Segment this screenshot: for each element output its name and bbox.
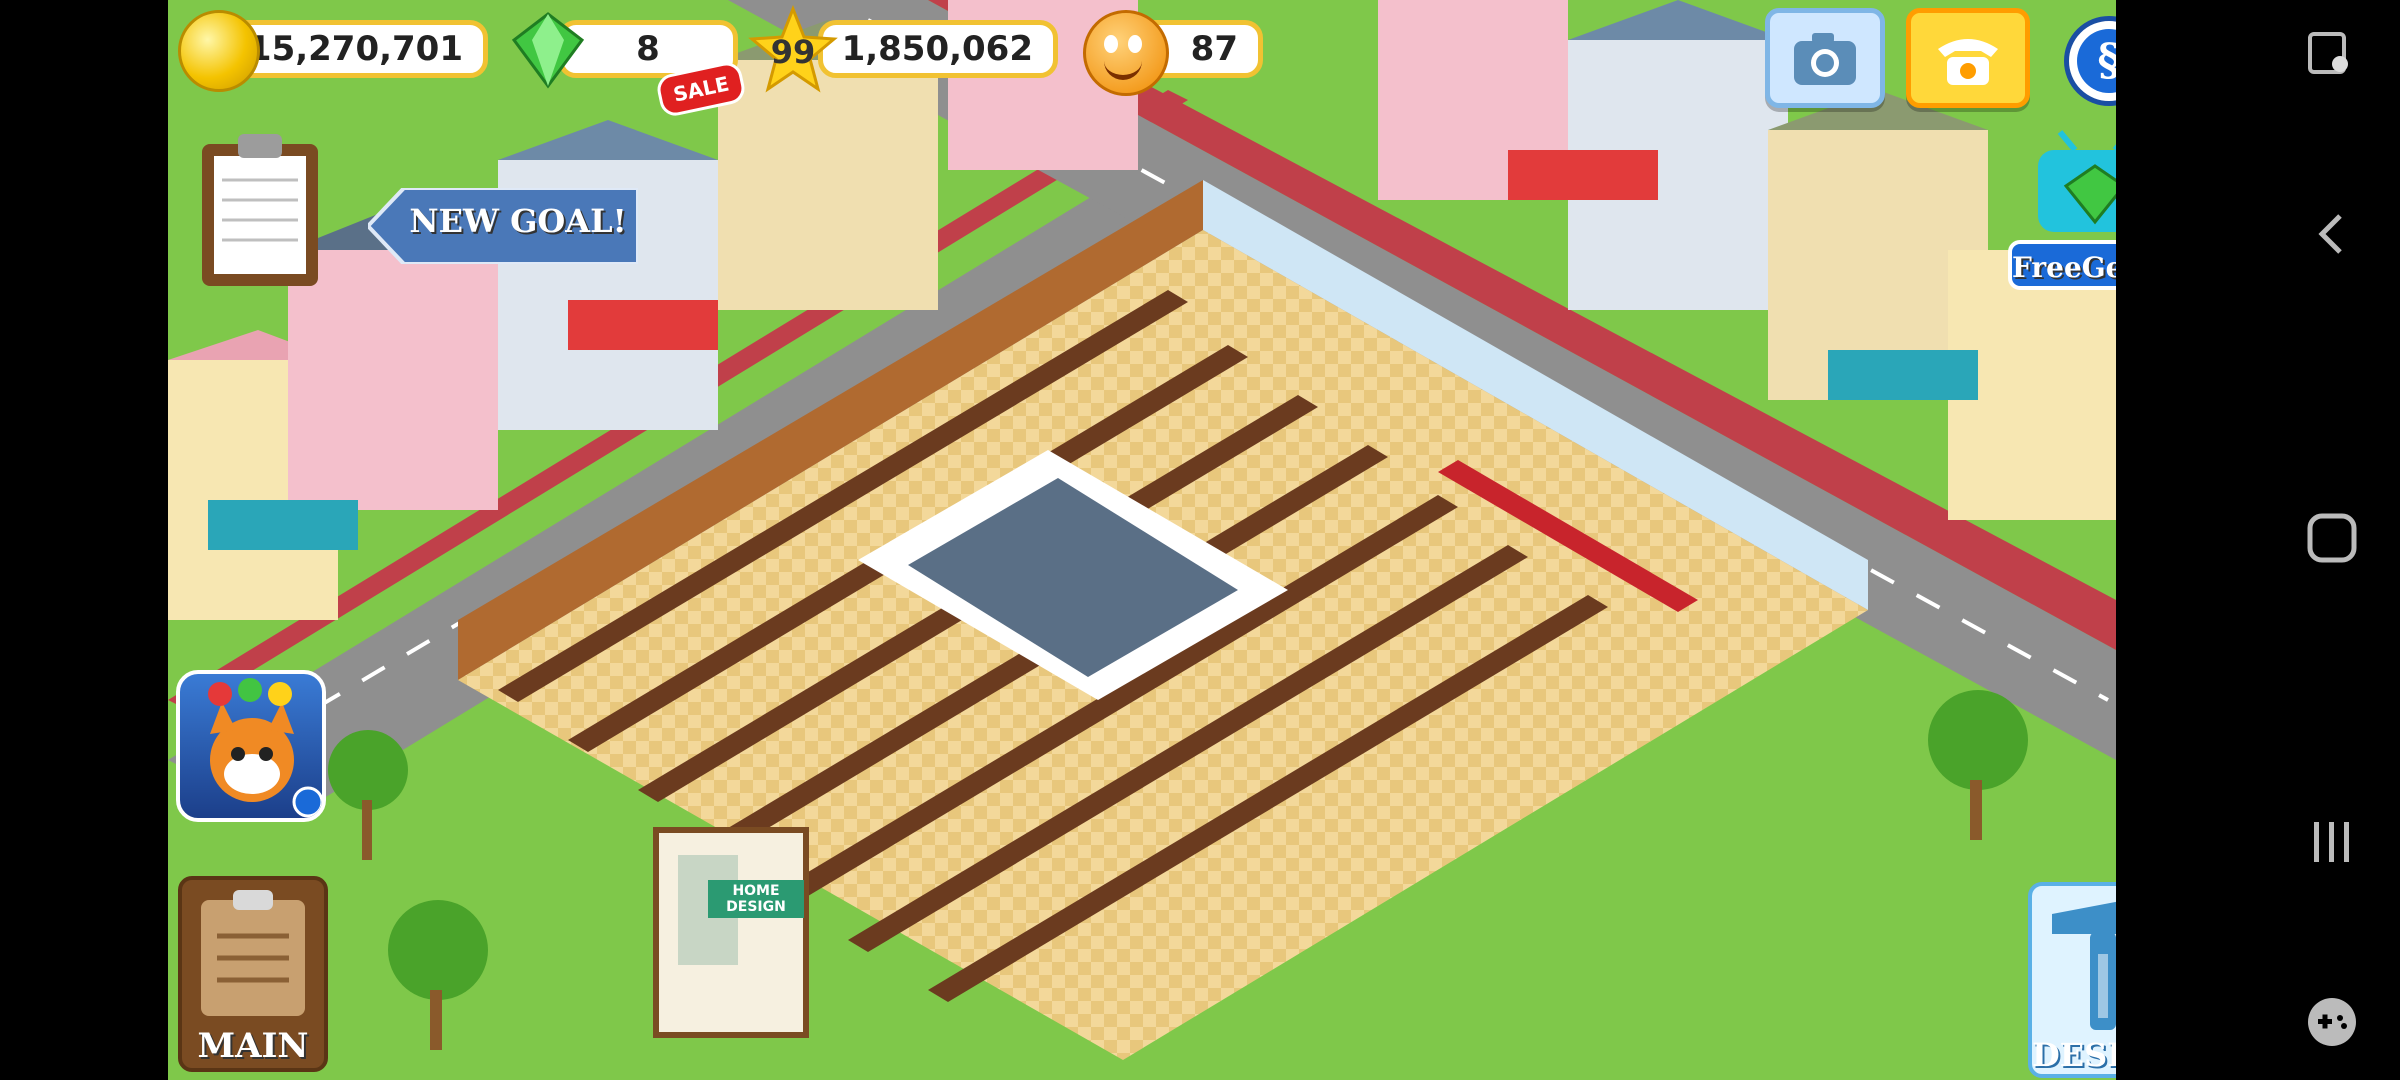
free-gems-button[interactable]: FreeGems bbox=[2008, 130, 2116, 300]
main-menu-button[interactable]: MAIN bbox=[178, 876, 328, 1072]
sale-label: SALE bbox=[671, 71, 732, 107]
free-gems-label: FreeGems bbox=[2008, 240, 2116, 290]
telephone-button[interactable] bbox=[1906, 8, 2030, 108]
system-back-icon[interactable] bbox=[2304, 206, 2360, 262]
telephone-icon bbox=[1938, 39, 1998, 85]
gems-counter[interactable]: 8 SALE bbox=[508, 10, 758, 120]
smiley-icon bbox=[1083, 10, 1169, 96]
gem-icon bbox=[511, 12, 585, 89]
coins-counter[interactable]: 15,270,701 bbox=[178, 10, 498, 92]
experience-counter[interactable]: 1,850,062 99 bbox=[748, 5, 1058, 95]
game-app-icon bbox=[208, 678, 322, 818]
main-label: MAIN bbox=[197, 1026, 309, 1066]
level-value: 99 bbox=[770, 33, 816, 71]
game-viewport[interactable]: HOME DESIGN 15,270,701 8 SALE 1,850,062 … bbox=[168, 0, 2116, 1080]
tv-gem-icon bbox=[2038, 130, 2116, 232]
hammer-icon bbox=[2052, 901, 2116, 1030]
camera-button[interactable] bbox=[1765, 8, 1885, 108]
social-icon: § bbox=[2077, 29, 2116, 93]
experience-value: 1,850,062 bbox=[841, 29, 1033, 69]
system-game-tools-icon[interactable] bbox=[2304, 994, 2360, 1050]
reputation-counter[interactable]: 87 bbox=[1083, 10, 1263, 96]
gems-value: 8 bbox=[636, 29, 660, 69]
reputation-value: 87 bbox=[1190, 29, 1238, 69]
design-button[interactable]: DESIGN bbox=[2028, 882, 2116, 1078]
clipboard-icon bbox=[201, 890, 305, 1016]
game-app-promo-button[interactable] bbox=[176, 670, 326, 822]
coins-value: 15,270,701 bbox=[247, 29, 463, 69]
clipboard-icon bbox=[202, 134, 318, 286]
camera-icon bbox=[1794, 33, 1856, 85]
new-goal-button[interactable]: NEW GOAL! bbox=[368, 188, 638, 264]
system-home-icon[interactable] bbox=[2304, 510, 2360, 566]
new-goal-label: NEW GOAL! bbox=[409, 202, 627, 240]
billboard-text: HOME DESIGN bbox=[708, 880, 804, 918]
system-recents-icon[interactable] bbox=[2304, 814, 2360, 870]
screen-edit-icon[interactable] bbox=[2304, 28, 2360, 84]
restaurant-scene[interactable] bbox=[168, 0, 2116, 1080]
design-label: DESIGN bbox=[2032, 1036, 2116, 1074]
goals-clipboard-button[interactable] bbox=[198, 130, 322, 290]
coin-icon bbox=[178, 10, 260, 92]
